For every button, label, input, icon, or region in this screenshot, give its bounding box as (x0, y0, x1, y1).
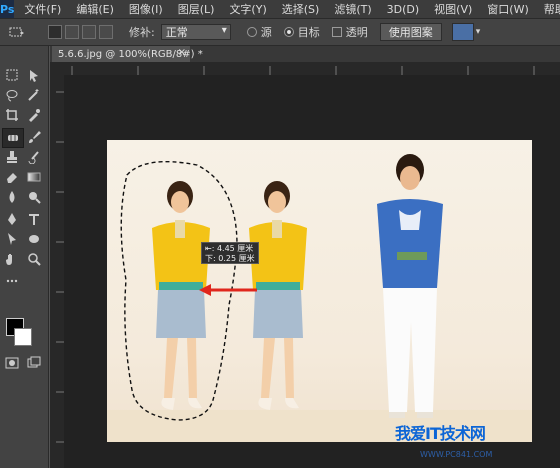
history-brush-icon[interactable] (24, 148, 44, 166)
patch-tool-preset-icon[interactable] (4, 25, 30, 39)
intersect-selection-button[interactable] (99, 25, 113, 39)
target-label: 目标 (297, 26, 320, 39)
source-label: 源 (260, 26, 272, 39)
close-icon[interactable]: × (178, 47, 186, 58)
path-selection-icon[interactable] (2, 230, 22, 248)
watermark-text: 我爱IT技术网 (395, 424, 486, 443)
blur-icon[interactable] (2, 188, 22, 206)
pattern-picker-icon[interactable] (451, 23, 474, 41)
source-radio[interactable] (246, 27, 257, 37)
add-to-selection-button[interactable] (65, 25, 79, 39)
type-icon[interactable] (24, 210, 44, 228)
menu-edit[interactable]: 编辑(E) (76, 1, 114, 17)
menu-3d[interactable]: 3D(D) (387, 3, 420, 16)
girl-figure-left (152, 181, 210, 410)
use-pattern-button[interactable]: 使用图案 (379, 23, 442, 41)
menu-filter[interactable]: 滤镜(T) (334, 1, 371, 17)
subtract-from-selection-button[interactable] (82, 25, 96, 39)
ruler-ticks-left (56, 91, 64, 443)
hand-icon[interactable] (2, 250, 22, 268)
tools-panel (0, 46, 49, 468)
menu-file[interactable]: 文件(F) (24, 1, 61, 17)
quick-mask-icon[interactable] (2, 354, 22, 372)
zoom-icon[interactable] (24, 250, 44, 268)
menu-image[interactable]: 图像(I) (129, 1, 163, 17)
photo-content (107, 154, 532, 442)
transparent-checkbox[interactable] (331, 27, 342, 37)
brush-icon[interactable] (24, 128, 44, 146)
tab-document[interactable]: 5.6.6.jpg @ 100%(RGB/8#) * × (52, 46, 203, 62)
menu-view[interactable]: 视图(V) (434, 1, 472, 17)
menu-window[interactable]: 窗口(W) (487, 1, 528, 17)
menu-layer[interactable]: 图层(L) (178, 1, 215, 17)
document-image[interactable] (107, 140, 532, 442)
tooltip-dx: ⇤: 4.45 厘米 (205, 244, 254, 253)
gradient-icon[interactable] (24, 168, 44, 186)
clone-stamp-icon[interactable] (2, 148, 22, 166)
patch-mode-select[interactable]: 正常 (160, 24, 231, 40)
background-color-swatch[interactable] (14, 328, 32, 346)
marquee-icon[interactable] (2, 66, 22, 84)
girl-figure-middle (249, 181, 307, 410)
watermark-url: WWW.PC841.COM (420, 450, 493, 459)
screen-mode-icon[interactable] (24, 354, 44, 372)
chevron-down-icon[interactable]: ▾ (476, 27, 481, 37)
photoshop-logo: Ps (0, 0, 15, 18)
vertical-ruler (50, 62, 64, 468)
lasso-icon[interactable] (2, 86, 22, 104)
menu-type[interactable]: 文字(Y) (229, 1, 266, 17)
patch-label: 修补: (129, 26, 155, 39)
move-icon[interactable] (24, 66, 44, 84)
patch-tool-icon[interactable] (2, 128, 24, 148)
options-bar: 修补: 正常 源 目标 透明 使用图案 ▾ (0, 19, 560, 46)
pen-icon[interactable] (2, 210, 22, 228)
dodge-icon[interactable] (24, 188, 44, 206)
magic-wand-icon[interactable] (24, 86, 44, 104)
document-tab-bar: 5.6.6.jpg @ 100%(RGB/8#) * × (50, 46, 560, 62)
eyedropper-icon[interactable] (24, 106, 44, 124)
boy-figure-right (377, 154, 443, 418)
measurement-tooltip: ⇤: 4.45 厘米 下: 0.25 厘米 (201, 242, 259, 264)
target-radio[interactable] (283, 27, 294, 37)
more-tools-icon[interactable] (2, 272, 22, 290)
transparent-label: 透明 (345, 26, 368, 39)
menu-bar: Ps 文件(F) 编辑(E) 图像(I) 图层(L) 文字(Y) 选择(S) 滤… (0, 0, 560, 19)
new-selection-button[interactable] (48, 25, 62, 39)
ellipse-shape-icon[interactable] (24, 230, 44, 248)
menu-help[interactable]: 帮助(H) (544, 1, 560, 17)
crop-icon[interactable] (2, 106, 22, 124)
ruler-ticks-top (71, 66, 535, 75)
tooltip-dy: 下: 0.25 厘米 (205, 254, 255, 263)
horizontal-ruler (64, 62, 560, 75)
eraser-icon[interactable] (2, 168, 22, 186)
menu-select[interactable]: 选择(S) (282, 1, 320, 17)
